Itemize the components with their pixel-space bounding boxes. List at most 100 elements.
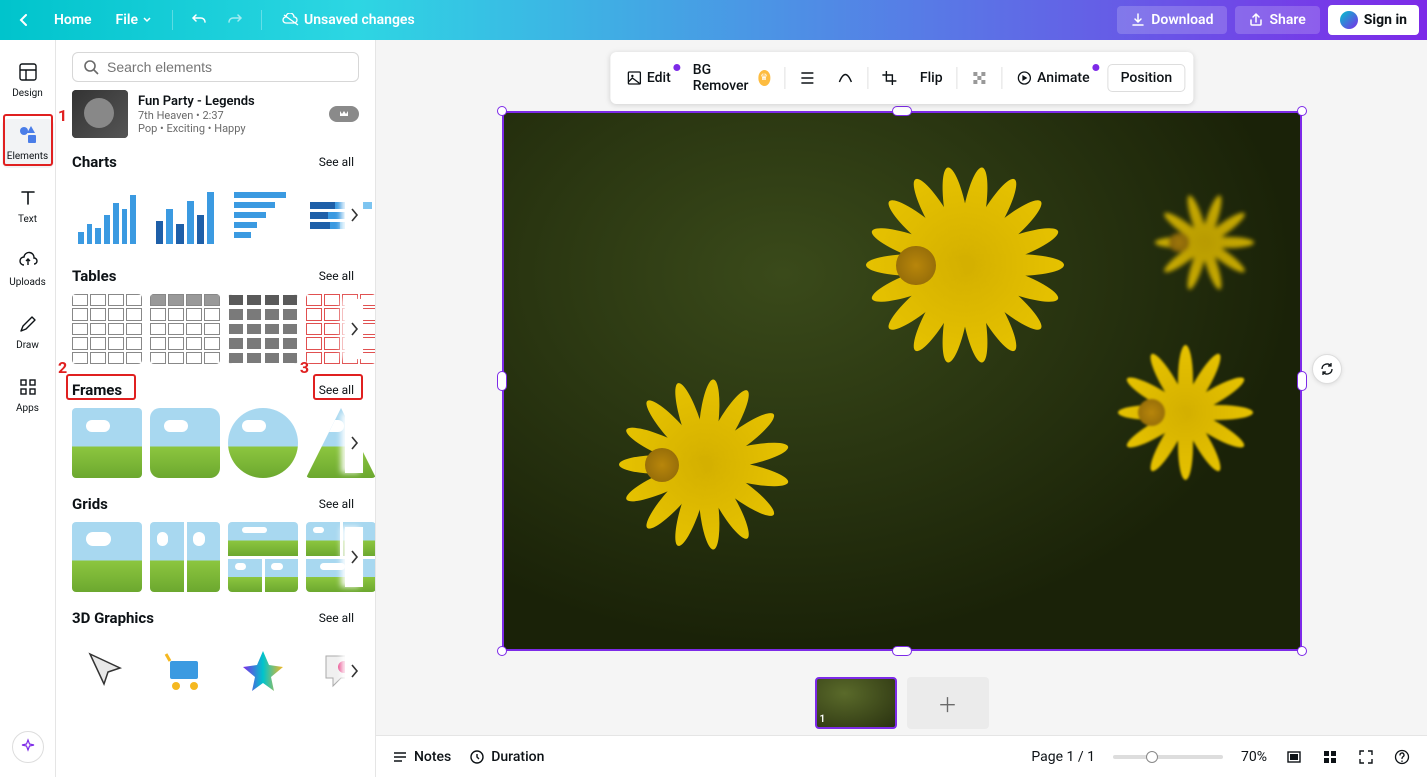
- sidebar-label-text: Text: [2, 214, 54, 225]
- annotation-2: 2: [58, 358, 67, 377]
- file-button[interactable]: File: [106, 6, 163, 34]
- selected-image[interactable]: [502, 111, 1302, 651]
- download-icon: [1131, 13, 1145, 27]
- chart-hbar-thumb[interactable]: [228, 180, 298, 250]
- sidebar-item-apps[interactable]: Apps: [2, 371, 54, 420]
- resize-handle-lm[interactable]: [497, 371, 507, 391]
- bg-remover-button[interactable]: BG Remover ♛: [685, 58, 779, 98]
- 3d-star-thumb[interactable]: [228, 636, 298, 706]
- curve-button[interactable]: [829, 66, 861, 90]
- grids-see-all[interactable]: See all: [314, 494, 359, 514]
- sidebar-label-uploads: Uploads: [2, 277, 54, 288]
- sidebar-item-text[interactable]: Text: [2, 182, 54, 231]
- grid-1-thumb[interactable]: [72, 522, 142, 592]
- notes-button[interactable]: Notes: [392, 749, 451, 765]
- cloud-status[interactable]: Unsaved changes: [272, 6, 425, 34]
- sidebar-item-design[interactable]: Design: [2, 56, 54, 105]
- add-page-button[interactable]: ＋: [907, 677, 989, 729]
- pencil-icon: [16, 312, 40, 336]
- elements-panel: Fun Party - Legends 7th Heaven • 2:37 Po…: [56, 40, 376, 777]
- charts-see-all[interactable]: See all: [314, 152, 359, 172]
- fullscreen-button[interactable]: [1357, 748, 1375, 766]
- back-icon[interactable]: [8, 4, 40, 36]
- sign-in-button[interactable]: Sign in: [1328, 5, 1419, 35]
- sidebar-item-draw[interactable]: Draw: [2, 308, 54, 357]
- chart-grouped-thumb[interactable]: [150, 180, 220, 250]
- transparency-button[interactable]: [963, 66, 995, 90]
- page-indicator: Page 1 / 1: [1031, 749, 1095, 765]
- position-button[interactable]: Position: [1108, 64, 1186, 92]
- search-input-wrap[interactable]: [72, 52, 359, 82]
- page-number: 1: [820, 714, 826, 725]
- table-red-thumb[interactable]: [306, 294, 375, 364]
- share-button[interactable]: Share: [1235, 6, 1319, 34]
- tables-see-all[interactable]: See all: [314, 266, 359, 286]
- crown-icon: ♛: [758, 70, 770, 86]
- frame-rounded-thumb[interactable]: [150, 408, 220, 478]
- animate-label: Animate: [1037, 70, 1089, 86]
- chart-bar-thumb[interactable]: [72, 180, 142, 250]
- canvas-area: Edit BG Remover ♛ Flip Animate Position: [376, 40, 1427, 777]
- magic-button[interactable]: [12, 731, 44, 763]
- template-icon: [16, 60, 40, 84]
- crop-button[interactable]: [874, 66, 906, 90]
- grid-4-thumb[interactable]: [228, 522, 298, 592]
- grid-4b-thumb[interactable]: [306, 522, 375, 592]
- grid-2-thumb[interactable]: [150, 522, 220, 592]
- clock-icon: [469, 749, 485, 765]
- sidebar-item-elements[interactable]: Elements: [2, 119, 54, 168]
- 3d-see-all[interactable]: See all: [314, 608, 359, 628]
- 3d-title: 3D Graphics: [72, 609, 154, 627]
- align-button[interactable]: [791, 66, 823, 90]
- resize-handle-br[interactable]: [1297, 646, 1307, 656]
- redo-icon[interactable]: [219, 4, 251, 36]
- audio-title: Fun Party - Legends: [138, 94, 255, 109]
- share-icon: [1249, 13, 1263, 27]
- table-plain-thumb[interactable]: [72, 294, 142, 364]
- chart-stacked-thumb[interactable]: [306, 180, 375, 250]
- section-charts: Charts See all: [72, 152, 359, 250]
- 3d-cursor-thumb[interactable]: [72, 636, 142, 706]
- audio-result[interactable]: Fun Party - Legends 7th Heaven • 2:37 Po…: [72, 90, 359, 138]
- resize-handle-rm[interactable]: [1297, 371, 1307, 391]
- audio-thumbnail: [72, 90, 128, 138]
- resize-handle-tm[interactable]: [892, 106, 912, 116]
- table-dark-thumb[interactable]: [228, 294, 298, 364]
- search-input[interactable]: [107, 59, 348, 75]
- grids-scroll-right[interactable]: [345, 527, 363, 587]
- page-thumb-1[interactable]: 1: [815, 677, 897, 729]
- grid-view-button[interactable]: [1321, 748, 1339, 766]
- crop-icon: [882, 70, 898, 86]
- resize-handle-tr[interactable]: [1297, 106, 1307, 116]
- download-button[interactable]: Download: [1117, 6, 1227, 34]
- charts-scroll-right[interactable]: [345, 185, 363, 245]
- undo-icon[interactable]: [183, 4, 215, 36]
- frames-scroll-right[interactable]: [345, 413, 363, 473]
- sync-button[interactable]: [1312, 354, 1342, 384]
- frames-title: Frames: [72, 381, 122, 399]
- 3d-bubble-thumb[interactable]: [306, 636, 375, 706]
- view-mode-button[interactable]: [1285, 748, 1303, 766]
- annotation-3: 3: [300, 358, 309, 377]
- home-button[interactable]: Home: [44, 6, 102, 34]
- sidebar-item-uploads[interactable]: Uploads: [2, 245, 54, 294]
- duration-button[interactable]: Duration: [469, 749, 544, 765]
- 3d-scroll-right[interactable]: [345, 641, 363, 701]
- frame-triangle-thumb[interactable]: [306, 408, 375, 478]
- flip-button[interactable]: Flip: [912, 66, 951, 90]
- edit-button[interactable]: Edit: [618, 66, 679, 90]
- section-3d: 3D Graphics See all: [72, 608, 359, 706]
- table-header-thumb[interactable]: [150, 294, 220, 364]
- resize-handle-tl[interactable]: [497, 106, 507, 116]
- help-button[interactable]: [1393, 748, 1411, 766]
- frame-square-thumb[interactable]: [72, 408, 142, 478]
- bgremover-label: BG Remover: [693, 62, 753, 94]
- frames-see-all[interactable]: See all: [314, 380, 359, 400]
- animate-button[interactable]: Animate: [1008, 66, 1097, 90]
- resize-handle-bm[interactable]: [892, 646, 912, 656]
- zoom-slider[interactable]: [1113, 755, 1223, 759]
- resize-handle-bl[interactable]: [497, 646, 507, 656]
- 3d-cart-thumb[interactable]: [150, 636, 220, 706]
- tables-scroll-right[interactable]: [345, 299, 363, 359]
- frame-circle-thumb[interactable]: [228, 408, 298, 478]
